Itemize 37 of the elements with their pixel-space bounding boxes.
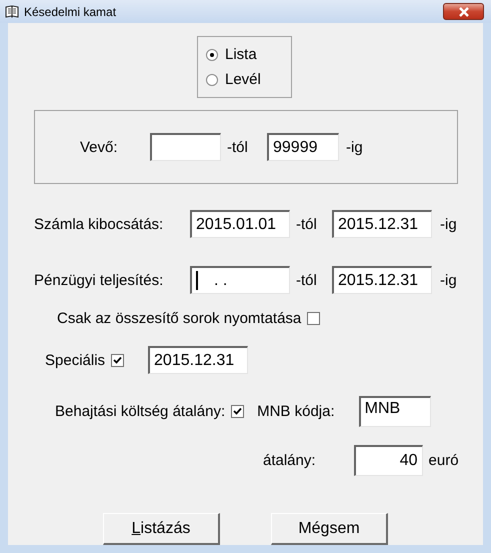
dialog-button[interactable]: Mégsem [271, 513, 388, 545]
checkbox-label: Behajtási költség átalány: [55, 403, 226, 420]
checkbox[interactable] [111, 354, 124, 366]
checkbox[interactable] [231, 405, 244, 418]
field-label: Vevő: [80, 138, 119, 156]
suffix-label: -ig [346, 138, 363, 156]
book-icon [5, 5, 19, 18]
field-label: Pénzügyi teljesítés: [34, 272, 164, 288]
window-title: Késedelmi kamat [24, 4, 116, 18]
checkbox-label: Speciális [45, 352, 106, 368]
amount-field[interactable]: 40 [354, 445, 423, 476]
field-label: Számla kibocsátás: [34, 216, 164, 232]
suffix-label: -tól [296, 272, 318, 288]
customer-field[interactable] [150, 133, 221, 161]
dialog-button[interactable]: Listázás [103, 513, 220, 545]
customer-field[interactable]: 99999 [267, 133, 339, 161]
close-button[interactable] [443, 3, 484, 20]
radio-button[interactable] [206, 48, 218, 60]
close-icon [458, 6, 470, 16]
suffix-label: -tól [227, 138, 249, 156]
suffix-label: -tól [296, 216, 318, 232]
date-field[interactable]: 2015.01.01 [190, 210, 290, 238]
suffix-label: -ig [440, 216, 457, 232]
checkbox-label: Csak az összesítő sorok nyomtatása [57, 310, 302, 327]
suffix-label: -ig [440, 272, 457, 288]
date-field[interactable]: 2015.12.31 [148, 346, 248, 374]
radio-button[interactable] [206, 74, 218, 86]
date-field[interactable]: 2015.12.31 [332, 210, 432, 238]
radio-label: Lista [225, 46, 257, 63]
date-field[interactable]: . . [190, 266, 290, 294]
unit-label: euró [428, 452, 459, 469]
radio-label: Levél [225, 71, 261, 88]
field-label: MNB kódja: [257, 403, 335, 420]
checkbox[interactable] [307, 312, 320, 325]
code-field[interactable]: MNB [358, 396, 431, 427]
field-label: átalány: [263, 452, 316, 469]
date-field[interactable]: 2015.12.31 [332, 266, 432, 294]
